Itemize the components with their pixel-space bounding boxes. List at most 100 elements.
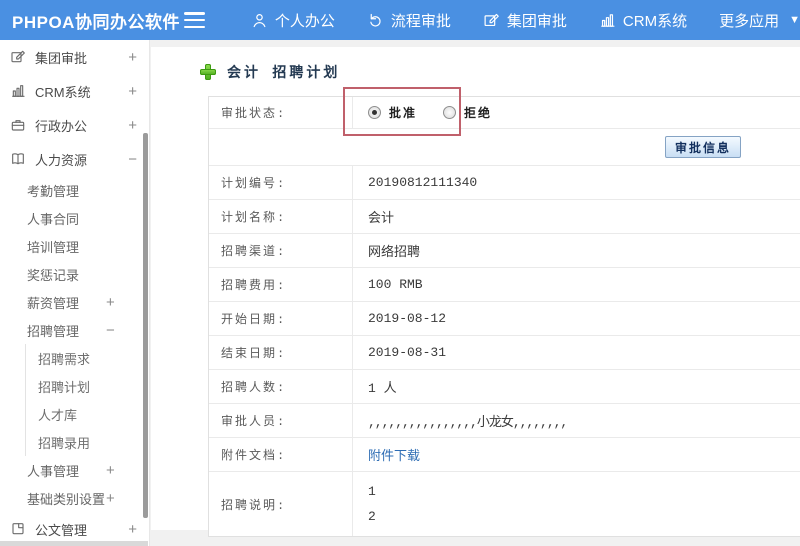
reject-radio[interactable] xyxy=(443,106,457,119)
table-row: 开始日期: 2019-08-12 xyxy=(209,302,800,336)
nav-item[interactable]: CRM系统 xyxy=(599,10,687,31)
sidebar-item[interactable]: 奖惩记录 xyxy=(0,260,149,288)
field-label: 结束日期: xyxy=(209,336,353,369)
description-line: 2 xyxy=(368,509,376,524)
hamburger-menu-icon[interactable] xyxy=(183,12,205,28)
table-row: 审批人员: ,,,,,,,,,,,,,,,,小龙女,,,,,,,, xyxy=(209,404,800,438)
sidebar-item-label: 基础类别设置 xyxy=(27,491,106,507)
sidebar-item[interactable]: 考勤管理 xyxy=(0,176,149,204)
field-value-cell: 2019-08-12 xyxy=(353,302,800,335)
field-value: 网络招聘 xyxy=(368,245,421,260)
sidebar-scrollbar[interactable] xyxy=(143,133,148,518)
sidebar-item-label: 公文管理 xyxy=(35,522,88,538)
sidebar-item[interactable]: 招聘录用 xyxy=(25,428,149,456)
expand-toggle-icon[interactable]: − xyxy=(106,322,115,339)
description-line: 1 xyxy=(368,484,376,499)
field-label: 招聘人数: xyxy=(209,370,353,403)
nav-item[interactable]: 更多应用 ▼ xyxy=(719,10,800,31)
field-value: 1 人 xyxy=(368,381,397,396)
edit-square-icon xyxy=(484,13,499,26)
field-value-cell: 附件下载 xyxy=(353,438,800,471)
table-row: 计划名称: 会计 xyxy=(209,200,800,234)
field-value-cell: 12 xyxy=(353,472,800,536)
expand-toggle-icon[interactable]: + xyxy=(128,117,137,134)
nav-item[interactable]: 流程审批 xyxy=(367,10,451,31)
user-icon xyxy=(253,13,266,27)
book-icon xyxy=(12,153,24,165)
sidebar-item-label: 招聘录用 xyxy=(38,435,91,451)
nav-item-label: 更多应用 xyxy=(719,12,780,30)
sidebar-item-label: CRM系统 xyxy=(35,84,91,100)
sidebar-bottom-scrollbar[interactable] xyxy=(0,541,148,546)
top-header: PHPOA协同办公软件 个人办公 流程审批 集团审批 CRM系统 更多应用 ▼ xyxy=(0,0,800,40)
top-nav: 个人办公 流程审批 集团审批 CRM系统 更多应用 ▼ xyxy=(219,10,800,31)
field-label: 招聘说明: xyxy=(209,472,353,536)
table-row: 附件文档: 附件下载 xyxy=(209,438,800,472)
reject-radio-label[interactable]: 拒绝 xyxy=(464,104,492,121)
table-row: 招聘渠道: 网络招聘 xyxy=(209,234,800,268)
sidebar-item[interactable]: 人才库 xyxy=(25,400,149,428)
approve-radio[interactable] xyxy=(368,106,381,119)
sidebar-item[interactable]: 人事管理 + xyxy=(0,456,149,484)
sidebar-item[interactable]: 薪资管理 + xyxy=(0,288,149,316)
table-row: 招聘费用: 100 RMB xyxy=(209,268,800,302)
page-title-row: 会计 招聘计划 xyxy=(151,47,800,82)
sidebar-item[interactable]: 招聘需求 xyxy=(25,344,149,372)
approval-info-button[interactable]: 审批信息 xyxy=(664,136,741,158)
expand-toggle-icon[interactable]: − xyxy=(128,151,137,168)
sidebar-item[interactable]: 行政办公 + xyxy=(0,108,149,142)
field-value: ,,,,,,,,,,,,,,,,小龙女,,,,,,,, xyxy=(368,415,568,430)
nav-item-label: 集团审批 xyxy=(506,12,567,30)
field-label: 招聘费用: xyxy=(209,268,353,301)
nav-item[interactable]: 集团审批 xyxy=(483,10,567,31)
expand-toggle-icon[interactable]: + xyxy=(128,83,137,100)
approval-button-row: 审批信息 xyxy=(209,129,800,166)
field-value-cell: 网络招聘 xyxy=(353,234,800,267)
nav-item[interactable]: 个人办公 xyxy=(251,10,335,31)
bar-chart-icon xyxy=(12,85,25,97)
briefcase-icon xyxy=(11,120,25,131)
sidebar-item-label: 招聘管理 xyxy=(27,323,80,339)
field-label: 审批状态: xyxy=(209,97,353,128)
expand-toggle-icon[interactable]: + xyxy=(128,49,137,66)
edit-square-icon xyxy=(11,50,25,63)
expand-toggle-icon[interactable]: + xyxy=(106,294,115,311)
add-plus-icon[interactable] xyxy=(200,64,216,80)
sidebar-item[interactable]: 集团审批 + xyxy=(0,40,149,74)
field-value-cell: 100 RMB xyxy=(353,268,800,301)
field-label: 计划编号: xyxy=(209,166,353,199)
sidebar-item[interactable]: 基础类别设置 + xyxy=(0,484,149,512)
sidebar-item-label: 招聘需求 xyxy=(38,351,91,367)
attachment-download-link[interactable]: 附件下载 xyxy=(368,445,420,464)
sidebar-item[interactable]: CRM系统 + xyxy=(0,74,149,108)
field-label: 招聘渠道: xyxy=(209,234,353,267)
app-logo: PHPOA协同办公软件 xyxy=(12,12,180,32)
field-value: 会计 xyxy=(368,211,395,226)
chevron-down-icon: ▼ xyxy=(789,14,800,26)
expand-toggle-icon[interactable]: + xyxy=(128,521,137,538)
nav-item-label: CRM系统 xyxy=(622,12,688,30)
bar-chart-icon xyxy=(601,13,615,27)
sidebar-item[interactable]: 招聘管理 − xyxy=(0,316,149,344)
approve-radio-label[interactable]: 批准 xyxy=(389,104,417,121)
field-label: 审批人员: xyxy=(209,404,353,437)
content-panel: 会计 招聘计划 审批状态: 批准 拒绝 审批信息 计划编号: 201908121… xyxy=(151,47,800,537)
sidebar-item-label: 人事管理 xyxy=(27,463,80,479)
document-icon xyxy=(12,523,24,535)
sidebar-item-label: 行政办公 xyxy=(35,118,88,134)
field-value: 2019-08-31 xyxy=(368,345,447,360)
expand-toggle-icon[interactable]: + xyxy=(106,462,115,479)
sidebar-item[interactable]: 人力资源 − xyxy=(0,142,149,176)
main-area: 会计 招聘计划 审批状态: 批准 拒绝 审批信息 计划编号: 201908121… xyxy=(151,40,800,546)
sidebar: 集团审批 + CRM系统 + 行政办公 + 人力资源 − 考勤管理 人事合同 培训管理奖惩记录薪资管… xyxy=(0,40,150,546)
sidebar-item-label: 奖惩记录 xyxy=(27,267,80,283)
field-value: 2019-08-12 xyxy=(368,311,447,326)
field-label: 附件文档: xyxy=(209,438,353,471)
field-label: 计划名称: xyxy=(209,200,353,233)
field-value: 20190812111340 xyxy=(368,175,478,190)
sidebar-item[interactable]: 培训管理 xyxy=(0,232,149,260)
table-row: 招聘说明: 1 2 xyxy=(209,472,800,536)
sidebar-item[interactable]: 招聘计划 xyxy=(25,372,149,400)
sidebar-item[interactable]: 人事合同 xyxy=(0,204,149,232)
expand-toggle-icon[interactable]: + xyxy=(106,490,115,507)
